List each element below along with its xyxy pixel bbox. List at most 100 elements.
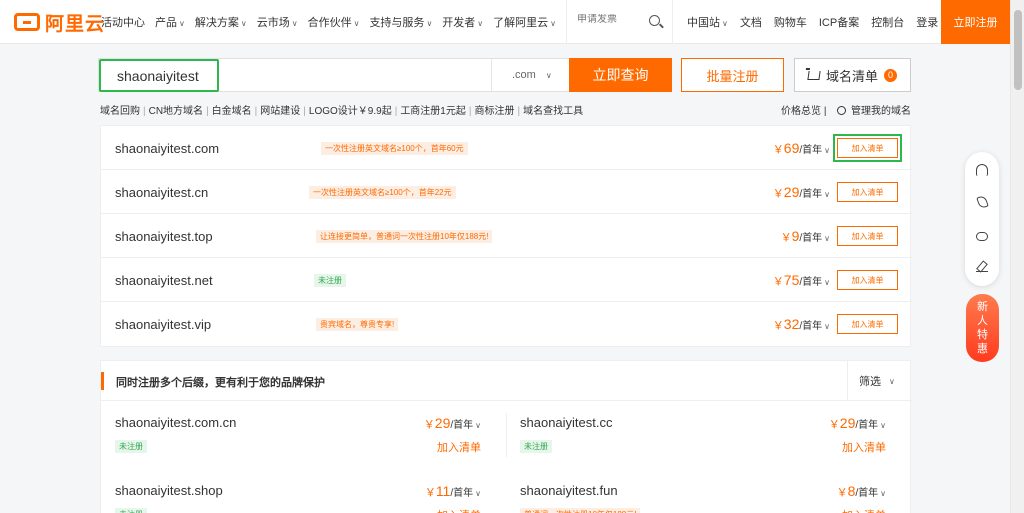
- add-to-list-link[interactable]: 加入清单: [437, 507, 481, 513]
- price-overview-link[interactable]: 价格总览: [781, 106, 821, 117]
- add-to-list-button[interactable]: 加入清单: [837, 226, 898, 246]
- nav-right-item[interactable]: 登录: [916, 14, 938, 30]
- chevron-down-icon[interactable]: ∨: [475, 489, 481, 498]
- currency-symbol: ￥: [780, 232, 792, 244]
- quick-link[interactable]: 域名回购: [100, 106, 140, 117]
- nav-right-item[interactable]: 购物车: [774, 14, 807, 30]
- chevron-down-icon[interactable]: ∨: [824, 278, 830, 287]
- domain-search-bar: shaonaiyitest .com ∨ 立即查询: [98, 58, 672, 92]
- register-button[interactable]: 立即注册: [941, 0, 1010, 44]
- add-to-list-link[interactable]: 加入清单: [842, 507, 886, 513]
- chevron-down-icon[interactable]: ∨: [824, 146, 830, 155]
- chevron-down-icon: ∨: [889, 376, 895, 386]
- domain-list-button[interactable]: 域名清单 0: [794, 58, 911, 92]
- nav-search-input[interactable]: [577, 14, 647, 25]
- promo-char: 惠: [977, 343, 988, 355]
- query-button[interactable]: 立即查询: [569, 58, 672, 92]
- price-unit: /首年: [799, 277, 823, 288]
- chevron-down-icon[interactable]: ∨: [475, 421, 481, 430]
- nav-item-label: 开发者: [442, 17, 476, 29]
- suffix-select[interactable]: .com ∨: [491, 59, 569, 91]
- nav-right-item[interactable]: 文档: [740, 14, 762, 30]
- nav-right-item[interactable]: 控制台: [871, 14, 904, 30]
- nav-item[interactable]: 云市场 ∨: [257, 14, 298, 30]
- nav-item-label: 了解阿里云: [493, 17, 549, 29]
- nav-right-label: 文档: [739, 17, 762, 29]
- multi-suffix-header: 同时注册多个后缀，更有利于您的品牌保护 筛选 ∨: [101, 361, 912, 401]
- nav-search[interactable]: [566, 0, 673, 44]
- nav-item[interactable]: 开发者 ∨: [442, 14, 483, 30]
- filter-label: 筛选: [859, 376, 881, 388]
- quick-link[interactable]: 商标注册: [474, 106, 514, 117]
- price: ￥69/首年 ∨: [773, 140, 830, 157]
- add-to-list-button[interactable]: 加入清单: [837, 182, 898, 202]
- quick-link[interactable]: 网站建设: [260, 106, 300, 117]
- cloud-icon[interactable]: [976, 232, 988, 241]
- separator: |: [254, 106, 258, 117]
- headset-icon[interactable]: [976, 164, 988, 176]
- nav-item[interactable]: 合作伙伴 ∨: [308, 14, 360, 30]
- price-unit: /首年: [450, 420, 474, 431]
- quick-link[interactable]: 工商注册1元起: [400, 106, 466, 117]
- nav-right-label: ICP备案: [818, 17, 860, 29]
- status-tag: 未注册: [115, 440, 147, 453]
- domain-result-row: shaonaiyitest.net 未注册 ￥75/首年 ∨ 加入清单: [101, 258, 912, 302]
- separator: |: [206, 106, 209, 117]
- add-to-list-button[interactable]: 加入清单: [837, 314, 898, 334]
- domain-result-row: shaonaiyitest.cn 一次性注册英文域名≥100个，首年22元 ￥29/…: [101, 170, 912, 214]
- quick-link[interactable]: 域名查找工具: [523, 106, 583, 117]
- nav-right-item[interactable]: 中国站 ∨: [687, 14, 728, 30]
- nav-item[interactable]: 支持与服务 ∨: [369, 14, 432, 30]
- chevron-down-icon[interactable]: ∨: [824, 234, 830, 243]
- quick-link[interactable]: 白金域名: [212, 106, 252, 117]
- chevron-down-icon[interactable]: ∨: [824, 322, 830, 331]
- chevron-down-icon[interactable]: ∨: [880, 489, 886, 498]
- price-value: 75: [783, 272, 800, 288]
- phone-icon[interactable]: [976, 194, 989, 210]
- separator: |: [303, 106, 306, 117]
- promo-char: 新: [977, 301, 988, 313]
- quick-link[interactable]: LOGO设计￥9.9起: [309, 106, 392, 117]
- new-user-promo[interactable]: 新人特惠: [966, 294, 999, 362]
- nav-item[interactable]: 产品 ∨: [155, 14, 185, 30]
- domain-name: shaonaiyitest.cc: [520, 415, 613, 430]
- price: ￥29/首年 ∨: [773, 184, 830, 201]
- domain-search-input[interactable]: shaonaiyitest: [99, 59, 219, 92]
- price: ￥75/首年 ∨: [773, 272, 830, 289]
- currency-symbol: ￥: [828, 419, 840, 431]
- page-scrollbar[interactable]: [1010, 0, 1024, 513]
- nav-item[interactable]: 活动中心: [101, 14, 145, 30]
- batch-register-button[interactable]: 批量注册: [681, 58, 784, 92]
- chevron-down-icon: ∨: [477, 19, 484, 28]
- price-unit: /首年: [450, 488, 474, 499]
- column-divider: [506, 413, 507, 457]
- scrollbar-thumb[interactable]: [1014, 10, 1022, 90]
- add-to-list-link[interactable]: 加入清单: [437, 439, 481, 455]
- currency-symbol: ￥: [424, 487, 436, 499]
- domain-name: shaonaiyitest.vip: [115, 317, 212, 332]
- price-value: 29: [839, 415, 856, 431]
- price-unit: /首年: [799, 233, 823, 244]
- nav-item[interactable]: 解决方案 ∨: [195, 14, 247, 30]
- chevron-down-icon[interactable]: ∨: [880, 421, 886, 430]
- price-value: 32: [783, 316, 800, 332]
- status-tag: 未注册: [115, 508, 147, 513]
- edit-icon[interactable]: [976, 262, 988, 272]
- price: ￥8/首年 ∨: [837, 483, 886, 500]
- chevron-down-icon[interactable]: ∨: [824, 190, 830, 199]
- nav-right-label: 中国站: [687, 17, 720, 29]
- add-to-list-button[interactable]: 加入清单: [833, 134, 902, 162]
- nav-right-item[interactable]: ICP备案: [819, 14, 859, 30]
- add-to-list-link[interactable]: 加入清单: [842, 439, 886, 455]
- aliyun-logo[interactable]: 阿里云: [14, 10, 105, 35]
- manage-domains-link[interactable]: 管理我的域名: [851, 106, 911, 117]
- nav-item[interactable]: 了解阿里云 ∨: [493, 14, 556, 30]
- search-icon[interactable]: [649, 15, 660, 26]
- promo-tag: 让连接更简单，普通词一次性注册10年仅188元!: [316, 230, 493, 243]
- chevron-down-icon: ∨: [353, 19, 360, 28]
- add-to-list-button[interactable]: 加入清单: [837, 270, 898, 290]
- price-value: 11: [435, 483, 451, 499]
- quick-link[interactable]: CN地方域名: [149, 106, 203, 117]
- suffix-cell: shaonaiyitest.com.cn ￥29/首年 ∨ 未注册 加入清单: [101, 402, 481, 462]
- filter-dropdown[interactable]: 筛选 ∨: [847, 361, 912, 401]
